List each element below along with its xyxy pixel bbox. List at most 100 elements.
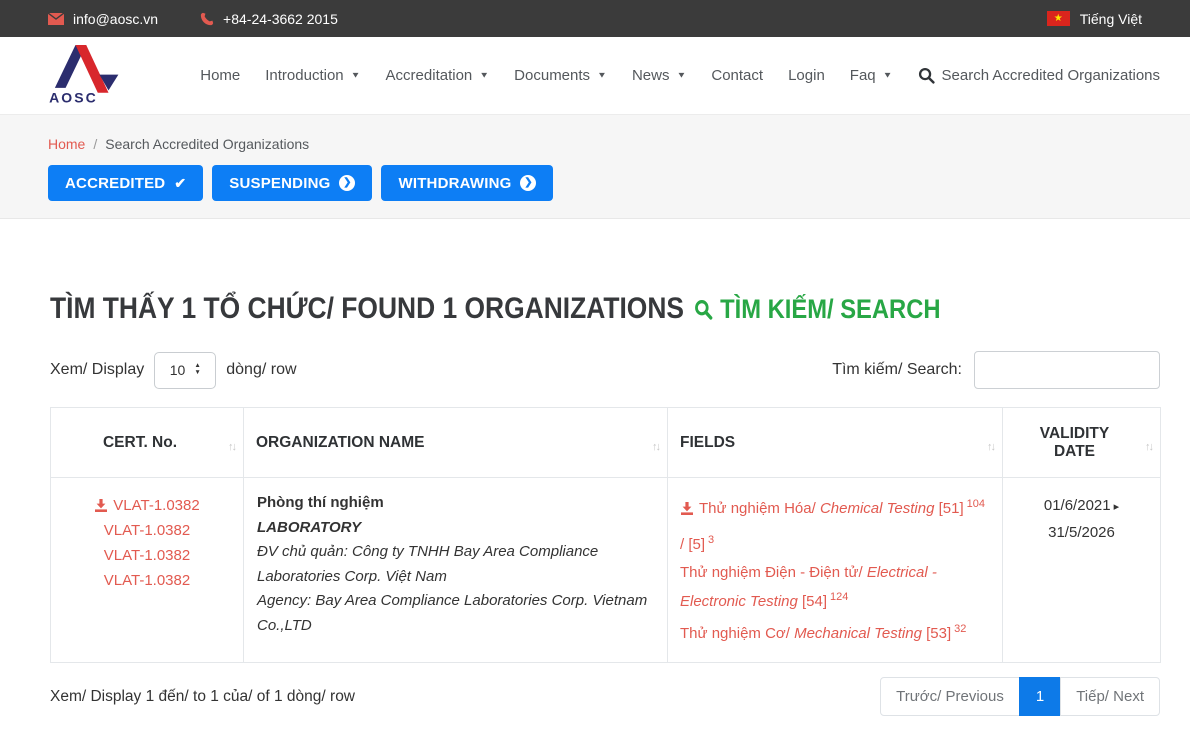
organization-name-cell: Phòng thí nghiệm LABORATORY ĐV chủ quản:… xyxy=(244,478,668,663)
phone-icon xyxy=(200,12,214,26)
display-length-control: Xem/ Display 10 ▲▼ dòng/ row xyxy=(50,352,297,389)
nav-item-news[interactable]: News ▼ xyxy=(632,67,686,84)
header-fields[interactable]: FIELDS ↑↓ xyxy=(668,408,1003,478)
select-arrows-icon: ▲▼ xyxy=(194,363,200,377)
field-item: / [5]3 xyxy=(680,528,990,557)
org-agency-en: Agency: Bay Area Compliance Laboratories… xyxy=(257,589,655,638)
nav-item-accreditation[interactable]: Accreditation▼ xyxy=(386,67,490,84)
accredited-label: ACCREDITED xyxy=(65,175,165,192)
cert-link[interactable]: VLAT-1.0382 xyxy=(104,572,190,589)
search-again-label: TÌM KIẾM/ SEARCH xyxy=(720,294,940,325)
nav-label: News xyxy=(632,67,670,84)
field-count: 32 xyxy=(954,623,966,635)
nav-label: Contact xyxy=(711,67,763,84)
nav-label: Introduction xyxy=(265,67,343,84)
cert-link[interactable]: VLAT-1.0382 xyxy=(104,522,190,539)
org-name-en: LABORATORY xyxy=(257,516,655,541)
chevron-down-icon: ▼ xyxy=(351,71,361,80)
cert-link[interactable]: VLAT-1.0382 xyxy=(104,547,190,564)
table-row: VLAT-1.0382 VLAT-1.0382 VLAT-1.0382 VLAT… xyxy=(51,478,1161,663)
check-icon: ✔ xyxy=(174,175,186,192)
chevron-circle-right-icon: ❯ xyxy=(339,175,355,191)
language-switch[interactable]: ★ Tiếng Việt xyxy=(1047,11,1142,27)
table-header-row: CERT. No.↑↓ ORGANIZATION NAME ↑↓ FIELDS ↑↓… xyxy=(51,408,1161,478)
header-label: FIELDS xyxy=(680,434,735,451)
field-prefix: Thử nghiệm Hóa/ xyxy=(699,500,820,517)
sort-icon: ↑↓ xyxy=(228,441,235,453)
header-cert-no[interactable]: CERT. No.↑↓ xyxy=(51,408,244,478)
field-link[interactable]: Thử nghiệm Điện - Điện tử/ Electrical - … xyxy=(680,564,937,610)
display-prefix-label: Xem/ Display xyxy=(50,361,144,379)
fields-cell: Thử nghiệm Hóa/ Chemical Testing [51]104… xyxy=(668,478,1003,663)
validity-date-cell: 01/6/2021▸ 31/5/2026 xyxy=(1003,478,1161,663)
nav-item-faq[interactable]: Faq▼ xyxy=(850,67,893,84)
sort-icon: ↑↓ xyxy=(987,441,994,453)
field-prefix: Thử nghiệm Cơ/ xyxy=(680,625,794,642)
field-count: 104 xyxy=(967,498,985,510)
field-item: Thử nghiệm Hóa/ Chemical Testing [51]104 xyxy=(680,492,990,521)
download-icon xyxy=(94,498,108,512)
site-header: AOSC Home Introduction▼ Accreditation▼ D… xyxy=(0,37,1190,115)
aosc-logo[interactable]: AOSC xyxy=(46,40,138,111)
vietnam-flag-icon: ★ xyxy=(1047,11,1070,26)
field-link[interactable]: Thử nghiệm Cơ/ Mechanical Testing [53]32 xyxy=(680,625,966,642)
header-validity-date[interactable]: VALIDITY DATE ↑↓ xyxy=(1003,408,1161,478)
pagination-previous-button[interactable]: Trước/ Previous xyxy=(880,677,1020,716)
validity-start: 01/6/2021 xyxy=(1044,497,1111,514)
sort-icon: ↑↓ xyxy=(1145,441,1152,453)
pagination-page-1-button[interactable]: 1 xyxy=(1019,677,1061,716)
field-code: [54] xyxy=(798,593,827,610)
main-content: TÌM THẤY 1 TỔ CHỨC/ FOUND 1 ORGANIZATION… xyxy=(0,292,1190,716)
cert-number: VLAT-1.0382 xyxy=(113,497,199,514)
table-search-control: Tìm kiếm/ Search: xyxy=(832,351,1160,389)
field-link[interactable]: Thử nghiệm Hóa/ Chemical Testing [51]104 xyxy=(680,500,985,517)
sort-icon: ↑↓ xyxy=(652,441,659,453)
cert-link[interactable]: VLAT-1.0382 xyxy=(94,497,199,514)
nav-item-search-accredited[interactable]: Search Accredited Organizations xyxy=(918,67,1160,84)
nav-item-contact[interactable]: Contact xyxy=(711,67,763,84)
search-again-link[interactable]: TÌM KIẾM/ SEARCH xyxy=(695,294,941,325)
pagination: Trước/ Previous 1 Tiếp/ Next xyxy=(880,677,1160,716)
field-count: 3 xyxy=(708,534,714,546)
email-link[interactable]: info@aosc.vn xyxy=(48,11,158,27)
nav-item-introduction[interactable]: Introduction ▼ xyxy=(265,67,360,84)
suspending-button[interactable]: SUSPENDING ❯ xyxy=(212,165,372,201)
pagination-next-button[interactable]: Tiếp/ Next xyxy=(1060,677,1160,716)
breadcrumb-home-link[interactable]: Home xyxy=(48,136,85,152)
field-link[interactable]: / [5]3 xyxy=(680,536,714,553)
topbar: info@aosc.vn +84-24-3662 2015 ★ Tiếng Vi… xyxy=(0,0,1190,37)
field-code: [53] xyxy=(922,625,951,642)
download-icon xyxy=(680,501,694,515)
table-controls: Xem/ Display 10 ▲▼ dòng/ row Tìm kiếm/ S… xyxy=(50,351,1160,389)
language-label: Tiếng Việt xyxy=(1080,11,1142,27)
page-title: TÌM THẤY 1 TỔ CHỨC/ FOUND 1 ORGANIZATION… xyxy=(50,292,684,326)
cert-no-cell: VLAT-1.0382 VLAT-1.0382 VLAT-1.0382 VLAT… xyxy=(51,478,244,663)
nav-item-login[interactable]: Login xyxy=(788,67,825,84)
field-code: [5] xyxy=(688,536,705,553)
field-count: 124 xyxy=(830,591,848,603)
table-footer: Xem/ Display 1 đến/ to 1 của/ of 1 dòng/… xyxy=(50,677,1160,716)
field-english: Mechanical Testing xyxy=(794,625,922,642)
status-filter-row: ACCREDITED ✔ SUSPENDING ❯ WITHDRAWING ❯ xyxy=(48,165,1142,201)
breadcrumb-band: Home / Search Accredited Organizations A… xyxy=(0,115,1190,219)
nav-label: Faq xyxy=(850,67,876,84)
header-label: ORGANIZATION NAME xyxy=(256,434,424,451)
phone-link[interactable]: +84-24-3662 2015 xyxy=(200,11,338,27)
table-search-input[interactable] xyxy=(974,351,1160,389)
nav-item-documents[interactable]: Documents▼ xyxy=(514,67,607,84)
breadcrumb-separator: / xyxy=(93,136,97,152)
results-table: CERT. No.↑↓ ORGANIZATION NAME ↑↓ FIELDS ↑↓… xyxy=(50,407,1161,663)
page-length-select[interactable]: 10 ▲▼ xyxy=(154,352,216,389)
chevron-down-icon: ▼ xyxy=(676,71,686,80)
search-label: Tìm kiếm/ Search: xyxy=(832,361,962,379)
results-title-row: TÌM THẤY 1 TỔ CHỨC/ FOUND 1 ORGANIZATION… xyxy=(50,292,1027,326)
withdrawing-button[interactable]: WITHDRAWING ❯ xyxy=(381,165,553,201)
accredited-button[interactable]: ACCREDITED ✔ xyxy=(48,165,203,201)
header-organization-name[interactable]: ORGANIZATION NAME ↑↓ xyxy=(244,408,668,478)
nav-item-home[interactable]: Home xyxy=(200,67,240,84)
topbar-email: info@aosc.vn xyxy=(73,11,158,27)
header-label: VALIDITY DATE xyxy=(1033,425,1117,461)
field-code: [51] xyxy=(934,500,963,517)
main-nav: Home Introduction▼ Accreditation▼ Docume… xyxy=(200,67,1160,84)
nav-label: Accreditation xyxy=(386,67,473,84)
